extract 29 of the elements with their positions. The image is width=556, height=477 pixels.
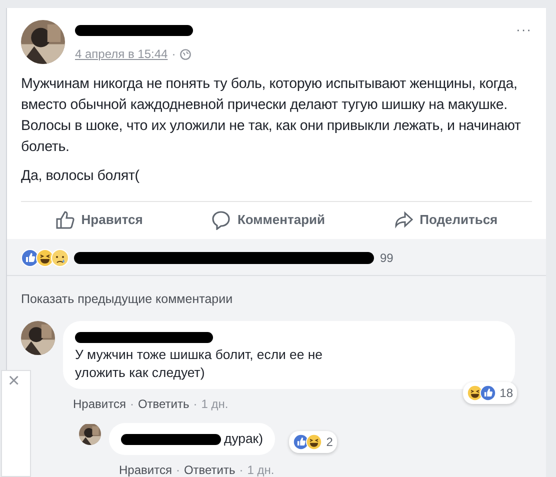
thumbs-up-icon bbox=[55, 210, 76, 230]
post-text: Да, волосы болят( bbox=[21, 167, 140, 186]
share-action-button[interactable]: Поделиться bbox=[394, 210, 498, 230]
comment-text: У мужчин тоже шишка болит, если ее не уложить как следует) bbox=[75, 346, 324, 382]
reaction-count: 99 bbox=[380, 250, 394, 267]
speech-bubble-icon bbox=[211, 210, 232, 230]
share-arrow-icon bbox=[394, 210, 414, 230]
like-action-button[interactable]: Нравится bbox=[55, 210, 143, 230]
comment-time: 1 дн. bbox=[201, 396, 228, 413]
comment-action-button[interactable]: Комментарий bbox=[211, 210, 326, 230]
comment-action-link[interactable]: Нравится bbox=[119, 460, 172, 477]
more-menu-button[interactable]: ··· bbox=[516, 20, 532, 40]
comment-action-link[interactable]: Ответить bbox=[184, 460, 236, 477]
comment-text: дурак) bbox=[224, 430, 263, 448]
separator-dot: · bbox=[176, 462, 180, 477]
comment-action-link[interactable]: Ответить bbox=[138, 394, 190, 413]
post-date[interactable]: 4 апреля в 15:44 bbox=[75, 45, 168, 63]
reaction-count: 2 bbox=[326, 434, 333, 451]
separator-dot: · bbox=[239, 462, 244, 477]
reaction-count: 18 bbox=[500, 384, 513, 402]
separator-dot: · bbox=[130, 396, 134, 413]
comment-action-link[interactable]: Нравится bbox=[73, 394, 126, 413]
separator-dot: · bbox=[172, 46, 176, 63]
close-button[interactable]: × bbox=[2, 371, 20, 391]
post-text: Мужчинам никогда не понять ту боль, которую испытывают женщины, когда, вместо обычной каждодневной прически делают тугую шишку на макушке. Волосы в шоке, что их уложили не так, как они привыкли лежать, и начинают болеть. bbox=[21, 75, 522, 157]
comment-time: 1 дн. bbox=[247, 462, 274, 477]
separator-dot: · bbox=[193, 396, 198, 413]
show-previous-comments-link[interactable]: Показать предыдущие комментарии bbox=[7, 276, 247, 309]
globe-icon bbox=[180, 48, 191, 60]
